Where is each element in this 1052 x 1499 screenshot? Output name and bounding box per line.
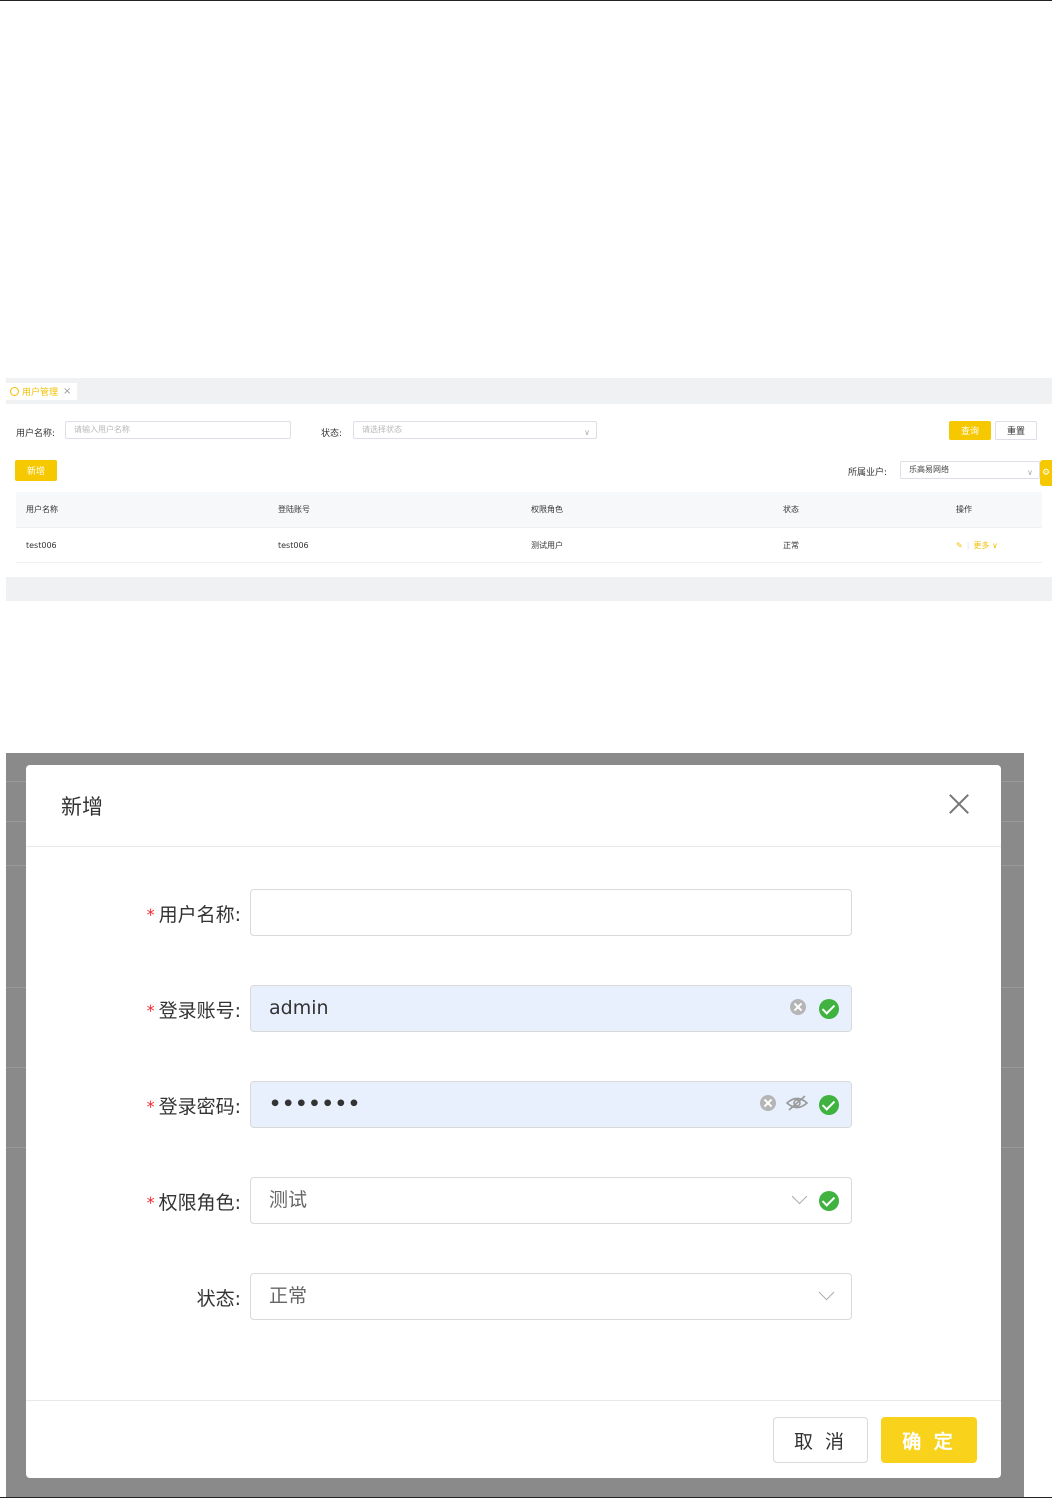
tenant-value: 乐高易网络	[909, 465, 949, 474]
column-header: 权限角色	[531, 505, 563, 514]
more-label: 更多	[973, 540, 990, 550]
user-table: 用户名称 登陆账号 权限角色 状态 操作 test006 test006 测试用…	[16, 492, 1042, 563]
valid-icon-wrap	[819, 999, 839, 1019]
eye-off-icon-wrap	[786, 1095, 808, 1111]
role-label: * 权限角色:	[147, 1188, 241, 1215]
form-row-account: * 登录账号: admin	[26, 985, 1001, 1033]
status-select[interactable]: 正常	[250, 1273, 852, 1320]
cell-status: 正常	[783, 540, 799, 550]
reset-button[interactable]: 重置	[995, 421, 1037, 440]
check-circle-icon	[819, 1191, 839, 1211]
page-bottom-rule	[0, 1497, 1052, 1498]
form-row-password: * 登录密码: •••••••	[26, 1081, 1001, 1129]
password-label: * 登录密码:	[147, 1092, 241, 1119]
user-list-screenshot: 用户管理 × 用户名称: 请输入用户名称 状态: 请选择状态 ∨ 查询 重置 新…	[6, 378, 1052, 601]
required-mark: *	[146, 1097, 155, 1116]
column-header: 用户名称	[26, 505, 58, 514]
role-value: 测试	[269, 1189, 308, 1211]
tab-bar: 用户管理 ×	[6, 378, 1052, 404]
check-circle-icon	[819, 999, 839, 1019]
modal-title: 新增	[61, 795, 103, 819]
clear-icon-wrap	[760, 1095, 776, 1111]
add-user-screenshot: 新增 *用户名称: *登录账号: admin *登录密码: •••••••	[6, 753, 1024, 1497]
tenant-label: 所属业户:	[848, 468, 888, 478]
column-header: 状态	[783, 505, 799, 514]
chevron-wrap	[818, 1284, 835, 1302]
add-button[interactable]: 新增	[15, 460, 57, 481]
settings-gear-icon[interactable]: ⚙	[1040, 460, 1052, 486]
account-label-text: 登录账号:	[158, 1000, 241, 1022]
form-row-status: 状态: 正常	[26, 1273, 1001, 1321]
valid-icon-wrap	[819, 1095, 839, 1115]
clear-icon-wrap	[790, 999, 806, 1015]
close-icon[interactable]	[944, 789, 974, 819]
modal-footer: 取 消 确 定	[26, 1400, 1001, 1479]
tab-label: 用户管理	[22, 388, 59, 398]
cell-actions: ✎ | 更多 ∨	[956, 540, 998, 551]
more-actions-link[interactable]: 更多 ∨	[973, 541, 997, 550]
chevron-down-icon	[791, 1188, 808, 1205]
chevron-down-icon	[818, 1284, 835, 1301]
add-user-modal: 新增 *用户名称: *登录账号: admin *登录密码: •••••••	[26, 765, 1001, 1478]
table-row: test006 test006 测试用户 正常 ✎ | 更多 ∨	[16, 528, 1042, 563]
cell-role: 测试用户	[531, 540, 563, 550]
cell-name: test006	[26, 540, 57, 550]
required-mark: *	[146, 1193, 155, 1212]
list-footer	[6, 577, 1052, 601]
username-input[interactable]	[250, 889, 852, 936]
cell-account: test006	[278, 540, 309, 550]
role-label-text: 权限角色:	[158, 1192, 241, 1214]
username-label: * 用户名称:	[147, 900, 241, 927]
search-status-label: 状态:	[321, 429, 343, 439]
password-input[interactable]: •••••••	[250, 1081, 852, 1128]
search-status-placeholder: 请选择状态	[362, 425, 402, 434]
table-header: 用户名称 登陆账号 权限角色 状态 操作	[16, 492, 1042, 528]
account-value: admin	[269, 997, 329, 1019]
chevron-down-icon: ∨	[584, 428, 590, 437]
check-circle-icon	[819, 1095, 839, 1115]
cancel-button[interactable]: 取 消	[773, 1417, 868, 1463]
status-label: 状态:	[196, 1288, 241, 1310]
password-label-text: 登录密码:	[158, 1096, 241, 1118]
status-value: 正常	[269, 1285, 308, 1307]
clear-icon[interactable]	[760, 1095, 776, 1111]
required-mark: *	[146, 1001, 155, 1020]
chevron-wrap	[791, 1188, 808, 1206]
valid-icon-wrap	[819, 1191, 839, 1211]
search-name-input[interactable]: 请输入用户名称	[65, 421, 291, 439]
chevron-down-icon: ∨	[1027, 468, 1033, 477]
tab-dot-icon	[10, 387, 19, 396]
chevron-down-icon: ∨	[991, 540, 998, 550]
tenant-select[interactable]: 乐高易网络 ∨	[900, 461, 1040, 479]
tab-close-icon[interactable]: ×	[63, 386, 71, 397]
modal-header: 新增	[26, 765, 1001, 847]
password-value: •••••••	[269, 1093, 362, 1115]
role-select[interactable]: 测试	[250, 1177, 852, 1224]
column-header: 登陆账号	[278, 505, 310, 514]
search-name-label: 用户名称:	[16, 429, 56, 439]
form-row-username: * 用户名称:	[26, 889, 1001, 937]
search-status-select[interactable]: 请选择状态 ∨	[353, 421, 597, 439]
required-mark: *	[146, 905, 155, 924]
query-button[interactable]: 查询	[949, 421, 991, 440]
action-divider: |	[966, 540, 970, 550]
account-input[interactable]: admin	[250, 985, 852, 1032]
tab-user-management[interactable]: 用户管理 ×	[6, 383, 78, 400]
page-top-rule	[0, 0, 1052, 1]
confirm-button[interactable]: 确 定	[881, 1417, 977, 1463]
clear-icon[interactable]	[790, 999, 806, 1015]
eye-off-icon[interactable]	[786, 1095, 808, 1111]
account-label: * 登录账号:	[147, 996, 241, 1023]
username-label-text: 用户名称:	[158, 904, 241, 926]
column-header: 操作	[956, 505, 972, 514]
edit-icon[interactable]: ✎	[956, 541, 963, 550]
form-row-role: * 权限角色: 测试	[26, 1177, 1001, 1225]
